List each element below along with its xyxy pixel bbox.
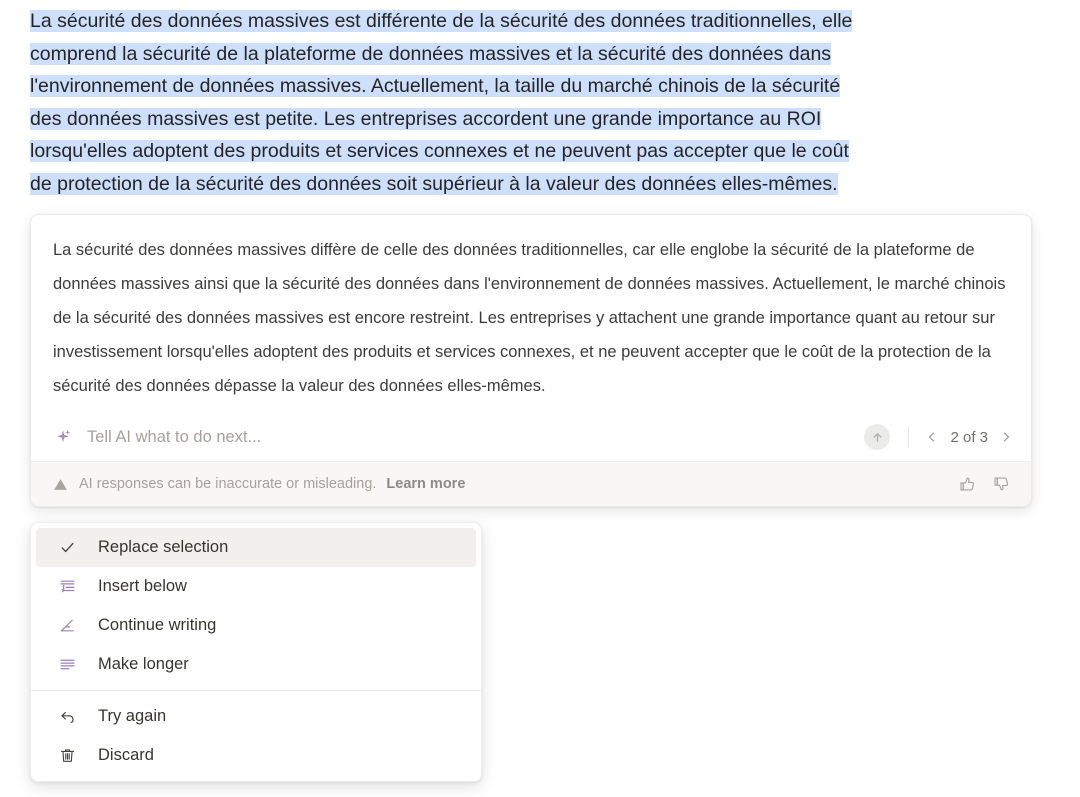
- submit-prompt-button[interactable]: [864, 424, 891, 450]
- menu-item-make-longer[interactable]: Make longer: [36, 645, 476, 684]
- source-line-text: de protection de la sécurité des données…: [30, 172, 838, 195]
- source-line: comprend la sécurité de la plateforme de…: [30, 38, 1020, 71]
- check-icon: [57, 538, 77, 558]
- source-line: des données massives est petite. Les ent…: [30, 103, 1020, 136]
- chevron-right-icon[interactable]: [999, 429, 1013, 445]
- warning-triangle-icon: [53, 477, 68, 492]
- source-line: l'environnement de données massives. Act…: [30, 70, 1020, 103]
- menu-item-replace-selection[interactable]: Replace selection: [36, 528, 476, 567]
- feedback-buttons: [957, 474, 1011, 494]
- menu-item-label: Insert below: [98, 577, 187, 595]
- make-longer-icon: [57, 655, 77, 675]
- menu-item-continue-writing[interactable]: Continue writing: [36, 606, 476, 645]
- trash-icon: [57, 746, 77, 766]
- insert-below-icon: [57, 577, 77, 597]
- arrow-up-circle-icon: [870, 430, 885, 445]
- source-line-text: comprend la sécurité de la plateforme de…: [30, 42, 832, 65]
- menu-item-label: Replace selection: [98, 538, 229, 556]
- source-line: La sécurité des données massives est dif…: [30, 5, 1020, 38]
- ai-prompt-input[interactable]: [73, 413, 865, 461]
- menu-item-discard[interactable]: Discard: [36, 736, 476, 775]
- ai-response-text: La sécurité des données massives diffère…: [53, 241, 1006, 395]
- learn-more-link[interactable]: Learn more: [386, 476, 465, 492]
- source-line-text: l'environnement de données massives. Act…: [30, 75, 841, 97]
- ai-response-body: La sécurité des données massives diffère…: [31, 215, 1031, 413]
- source-line: lorsqu'elles adoptent des produits et se…: [30, 135, 1020, 168]
- menu-item-label: Make longer: [98, 655, 189, 673]
- undo-arrow-icon: [57, 707, 77, 727]
- menu-item-label: Discard: [98, 746, 154, 764]
- thumbs-up-icon[interactable]: [957, 474, 977, 494]
- menu-item-label: Try again: [98, 707, 167, 725]
- thumbs-down-icon[interactable]: [991, 474, 1011, 494]
- menu-item-insert-below[interactable]: Insert below: [36, 567, 476, 606]
- menu-divider: [31, 690, 481, 691]
- result-pagination: 2 of 3: [925, 429, 1013, 446]
- source-line-text: des données massives est petite. Les ent…: [30, 107, 822, 130]
- ai-writing-assistant-page: La sécurité des données massives est dif…: [0, 0, 1080, 797]
- source-line: de protection de la sécurité des données…: [30, 168, 1020, 201]
- ai-response-card: La sécurité des données massives diffère…: [30, 214, 1032, 507]
- ai-prompt-row: 2 of 3: [31, 413, 1031, 461]
- source-line-text: lorsqu'elles adoptent des produits et se…: [30, 140, 849, 162]
- chevron-left-icon[interactable]: [925, 429, 939, 445]
- pagination-label: 2 of 3: [950, 428, 988, 446]
- ai-disclaimer-text: AI responses can be inaccurate or mislea…: [79, 476, 377, 492]
- menu-item-try-again[interactable]: Try again: [36, 697, 476, 736]
- ai-disclaimer-footer: AI responses can be inaccurate or mislea…: [31, 461, 1031, 506]
- source-line-text: La sécurité des données massives est dif…: [30, 10, 853, 32]
- pencil-icon: [57, 616, 77, 636]
- toolbar-divider: [908, 426, 910, 448]
- menu-item-label: Continue writing: [98, 616, 217, 634]
- ai-action-menu: Replace selection Insert below Continue …: [30, 522, 482, 782]
- sparkle-icon: [53, 427, 73, 447]
- selected-source-paragraph[interactable]: La sécurité des données massives est dif…: [30, 5, 1020, 200]
